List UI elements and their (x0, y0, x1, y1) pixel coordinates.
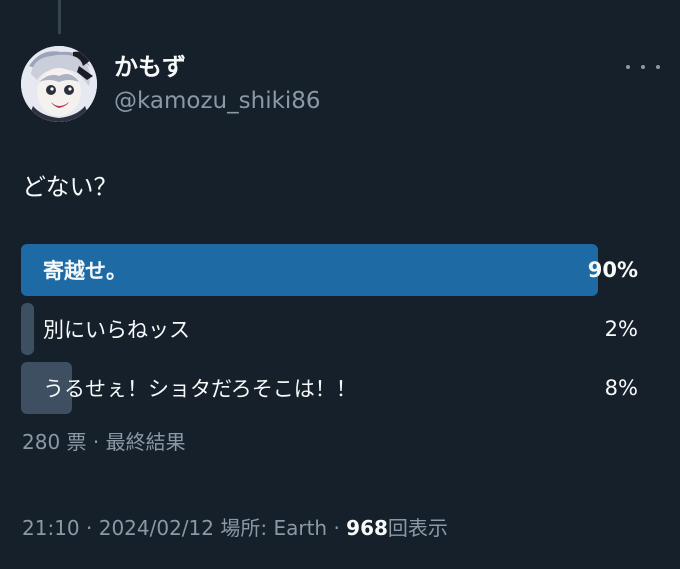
poll-option-label: 寄越せ。 (43, 259, 127, 283)
more-dot-icon (641, 65, 645, 69)
views-label: 回表示 (387, 516, 448, 540)
poll-option-label: 別にいらねッス (43, 318, 190, 342)
more-options-button[interactable] (626, 57, 660, 77)
poll-option[interactable]: 別にいらねッス 2% (21, 303, 641, 355)
tweet-location: 場所: Earth (220, 516, 328, 540)
poll-option[interactable]: 寄越せ。 90% (21, 244, 641, 296)
author-handle[interactable]: @kamozu_shiki86 (114, 86, 321, 116)
poll-option-percent: 2% (604, 317, 638, 341)
views-count: 968 (346, 516, 388, 540)
tweet-detail: かもず @kamozu_shiki86 どない？ 寄越せ。 90% 別にいらねッ… (0, 0, 680, 569)
user-avatar-icon (21, 46, 97, 122)
poll-option[interactable]: うるせぇ！ショタだろそこは！！ 8% (21, 362, 641, 414)
tweet-metadata: 21:10 · 2024/02/12 場所: Earth · 968回表示 (22, 513, 448, 543)
poll-summary: 280 票 · 最終結果 (22, 428, 186, 456)
separator: · (327, 516, 347, 540)
more-dot-icon (626, 65, 630, 69)
poll-option-bar (21, 303, 34, 355)
tweet-text: どない？ (22, 173, 118, 201)
separator: · (86, 430, 106, 454)
tweet-time[interactable]: 21:10 (22, 516, 80, 540)
poll-option-percent: 90% (587, 258, 638, 282)
more-dot-icon (656, 65, 660, 69)
poll: 寄越せ。 90% 別にいらねッス 2% うるせぇ！ショタだろそこは！！ 8% (21, 244, 641, 421)
poll-option-percent: 8% (604, 376, 638, 400)
separator: · (79, 516, 99, 540)
tweet-date[interactable]: 2024/02/12 (99, 516, 214, 540)
thread-connector-line (58, 0, 61, 34)
author-display-name[interactable]: かもず (114, 50, 186, 84)
poll-status: 最終結果 (105, 430, 186, 454)
poll-vote-count: 280 票 (22, 430, 87, 454)
avatar[interactable] (21, 46, 97, 122)
poll-option-label: うるせぇ！ショタだろそこは！！ (43, 377, 357, 401)
